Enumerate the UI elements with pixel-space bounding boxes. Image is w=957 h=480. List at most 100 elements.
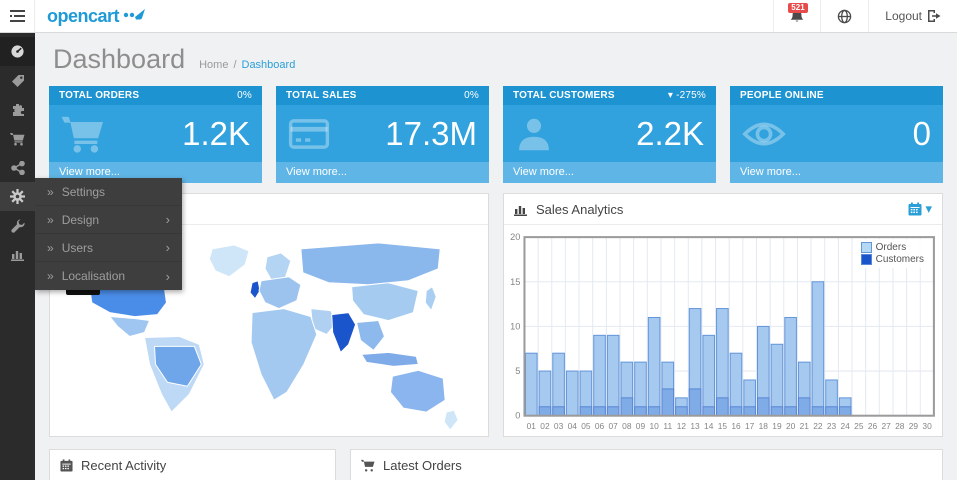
wrench-icon [11,219,25,233]
tile-label: TOTAL CUSTOMERS [513,90,615,101]
caret-down-icon: ▾ [668,90,673,101]
svg-text:05: 05 [581,421,591,431]
menu-item-users[interactable]: » Users › [35,234,182,262]
svg-text:27: 27 [881,421,891,431]
bottom-panels: Recent Activity Latest Orders [49,449,943,480]
menu-item-settings[interactable]: » Settings [35,178,182,206]
svg-text:11: 11 [663,421,672,431]
sidebar-item-tools[interactable] [0,211,35,240]
page-title: Dashboard [53,44,185,75]
shopping-cart-icon [61,114,105,154]
sidebar-item-dashboard[interactable] [0,37,35,66]
breadcrumb-current[interactable]: Dashboard [242,59,296,71]
language-button[interactable] [820,0,868,32]
tile-label: TOTAL ORDERS [59,90,139,101]
tile-value: 1.2K [182,115,250,153]
sidebar-item-reports[interactable] [0,240,35,269]
map-europe [259,277,301,309]
sidebar-item-system[interactable] [0,182,35,211]
breadcrumb: Home / Dashboard [199,59,295,71]
map-greenland [209,245,249,277]
svg-text:29: 29 [909,421,919,431]
chevron-right-icon: › [166,212,170,227]
map-mexico [110,317,150,337]
svg-text:09: 09 [636,421,646,431]
double-angle-icon: » [47,185,54,199]
sidebar-item-sales[interactable] [0,124,35,153]
menu-item-localisation[interactable]: » Localisation › [35,262,182,290]
map-uk [250,281,260,299]
tile-total-sales: TOTAL SALES 0% 17.3M View more... [276,86,489,183]
tile-percent: 0% [464,90,479,101]
svg-text:13: 13 [690,421,700,431]
cart-swoosh-icon [123,9,145,23]
svg-text:19: 19 [772,421,782,431]
topbar-actions: 521 Logout [773,0,957,32]
recent-activity-title: Recent Activity [81,458,166,473]
chevron-right-icon: › [166,240,170,255]
menu-toggle-button[interactable] [0,0,35,32]
svg-text:30: 30 [922,421,932,431]
svg-text:07: 07 [609,421,619,431]
bar-chart-icon [514,203,528,216]
sales-analytics-chart: 0510152001020304050607080910111213141516… [504,225,942,436]
svg-text:10: 10 [649,421,659,431]
map-africa [251,309,317,401]
double-angle-icon: » [47,269,54,283]
menu-item-label: Localisation [62,269,125,283]
tile-label: PEOPLE ONLINE [740,90,824,101]
breadcrumb-home[interactable]: Home [199,59,228,71]
tag-icon [11,74,25,88]
sidebar-item-catalog[interactable] [0,66,35,95]
caret-down-icon: ▾ [925,201,932,217]
svg-text:25: 25 [854,421,864,431]
map-russia [301,243,440,285]
menu-item-label: Design [62,213,99,227]
svg-text:5: 5 [515,366,520,376]
opencart-logo[interactable]: opencart [35,0,157,32]
share-icon [11,161,25,175]
dashboard-gauge-icon [10,44,25,59]
menu-item-design[interactable]: » Design › [35,206,182,234]
svg-text:06: 06 [595,421,605,431]
menu-item-label: Users [62,241,93,255]
svg-text:14: 14 [704,421,714,431]
tile-percent: -275% [676,90,706,101]
svg-text:24: 24 [841,421,851,431]
hamburger-icon [10,10,25,22]
logout-label: Logout [885,9,922,23]
tile-people-online: PEOPLE ONLINE 0 View more... [730,86,943,183]
view-more-link[interactable]: View more... [503,162,716,183]
svg-text:12: 12 [677,421,687,431]
logout-button[interactable]: Logout [868,0,957,32]
svg-text:18: 18 [759,421,769,431]
svg-text:10: 10 [510,321,520,331]
page-header: Dashboard Home / Dashboard [53,44,943,75]
map-usa [90,287,167,317]
svg-text:15: 15 [718,421,728,431]
double-angle-icon: » [47,241,54,255]
view-more-link[interactable]: View more... [730,162,943,183]
svg-text:02: 02 [540,421,550,431]
tile-label: TOTAL SALES [286,90,357,101]
sidebar-nav [0,33,35,480]
sidebar-item-marketing[interactable] [0,153,35,182]
globe-icon [837,9,852,24]
map-indonesia [362,352,419,366]
svg-text:0: 0 [515,411,520,421]
svg-text:21: 21 [800,421,810,431]
tile-value: 17.3M [385,115,477,153]
credit-card-icon [288,117,330,151]
svg-text:20: 20 [510,232,520,242]
sidebar-item-extensions[interactable] [0,95,35,124]
shopping-cart-icon [10,132,25,146]
notifications-button[interactable]: 521 [773,0,820,32]
calendar-icon [908,202,922,216]
view-more-link[interactable]: View more... [276,162,489,183]
sales-analytics-header: Sales Analytics ▾ [504,194,942,225]
tile-value: 0 [913,115,931,153]
chart-range-dropdown[interactable]: ▾ [908,201,932,217]
map-se-asia [357,321,385,351]
logo-text: opencart [47,6,119,27]
svg-text:16: 16 [731,421,741,431]
